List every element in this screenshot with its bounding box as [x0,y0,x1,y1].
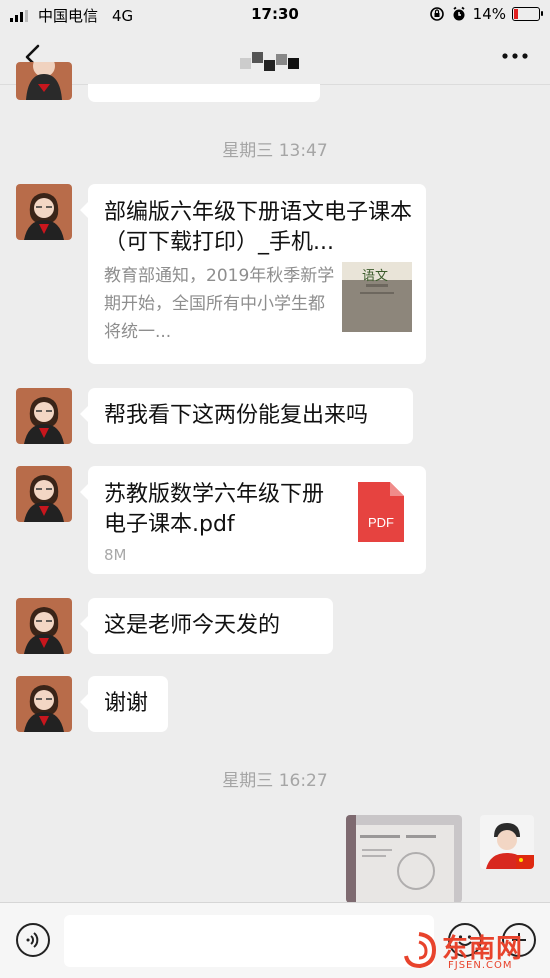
link-card-title: 部编版六年级下册语文电子课本（可下载打印）_手机... [104,200,413,255]
avatar[interactable] [16,184,72,240]
message-input[interactable] [64,915,434,967]
link-card-thumb-text: 语文 [362,269,389,284]
text-message-content: 谢谢 [104,691,149,716]
watermark-domain: FJSEN.COM [448,960,513,971]
more-options-icon[interactable] [500,46,530,66]
status-right: 14% [429,5,543,23]
link-card-thumbnail: 语文 [342,262,412,332]
avatar[interactable] [16,62,72,100]
status-bar: 中国电信 4G 17:30 14% [0,0,550,30]
avatar[interactable] [16,466,72,522]
rotation-lock-icon [429,7,444,21]
file-card-message[interactable]: 苏教版数学六年级下册电子课本.pdf 8M PDF [80,466,426,574]
text-message[interactable]: 帮我看下这两份能复出来吗 [80,388,413,444]
text-message[interactable]: 这是老师今天发的 [80,598,333,654]
alarm-icon [453,6,465,21]
text-message-content: 这是老师今天发的 [104,613,281,638]
sent-image-message[interactable] [346,815,462,903]
watermark-swirl-icon [404,932,437,969]
text-message-content: 帮我看下这两份能复出来吗 [104,403,369,428]
link-card-message[interactable]: 部编版六年级下册语文电子课本（可下载打印）_手机... 教育部通知，2019年秋… [80,184,426,364]
text-message[interactable]: 谢谢 [80,676,168,732]
time-separator: 星期三 13:47 [222,141,328,161]
link-card-description: 教育部通知，2019年秋季新学期开始，全国所有中小学生都将统一... [104,266,335,342]
battery-icon [512,7,543,21]
nav-bar [0,30,550,85]
my-avatar[interactable] [480,815,534,869]
avatar[interactable] [16,598,72,654]
battery-percent: 14% [472,5,506,23]
avatar[interactable] [16,388,72,444]
pdf-icon-label: PDF [368,515,394,530]
watermark-logo: 东南网 FJSEN.COM [398,928,538,976]
masked-chat-title [240,52,310,72]
pdf-file-icon: PDF [358,482,404,542]
voice-input-icon[interactable] [16,923,50,957]
avatar[interactable] [16,676,72,732]
file-size: 8M [104,546,127,564]
message-bubble-partial[interactable] [88,84,320,102]
file-name: 苏教版数学六年级下册电子课本.pdf [104,482,325,537]
time-separator: 星期三 16:27 [222,771,328,791]
